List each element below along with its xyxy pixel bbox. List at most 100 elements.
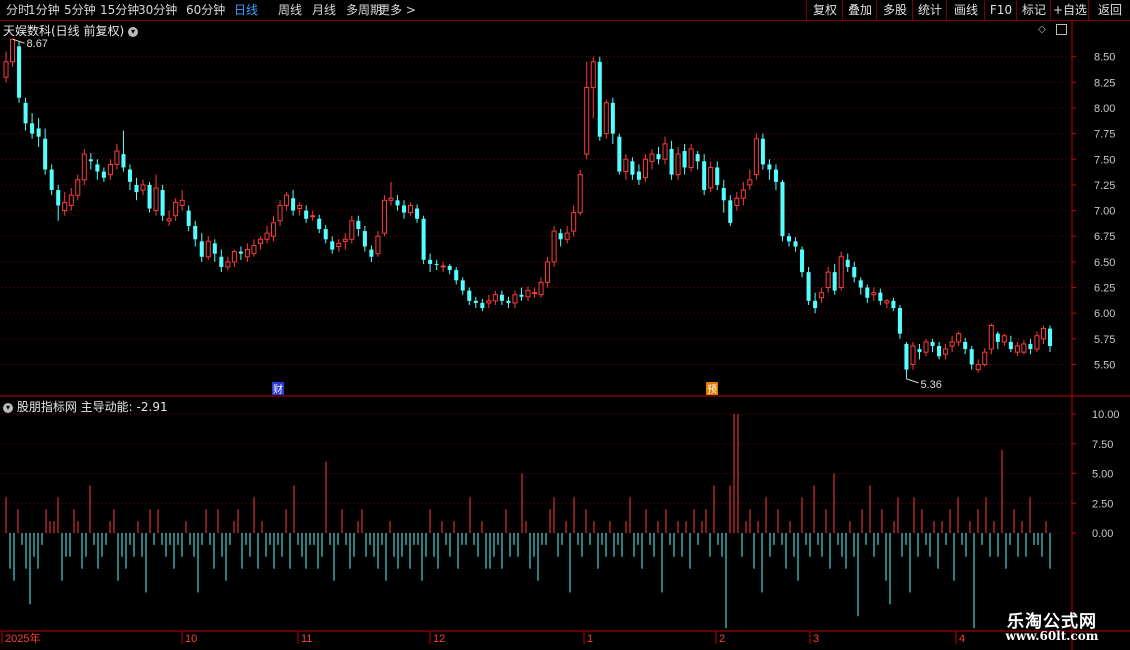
candle-body-up	[884, 300, 890, 304]
candle-body-down	[845, 259, 850, 267]
candle-body-down	[428, 259, 433, 264]
kline-chart[interactable]: 8.50 8.25 8.00 7.75 7.50 7.25 7.00 6.75 6.50 6.25…	[0, 21, 1130, 650]
toolbar-button-8[interactable]: 返回	[1088, 0, 1130, 20]
candle-body-down	[480, 302, 485, 309]
indicator-tick-label: 0.00	[1092, 528, 1113, 540]
candle-body-down	[499, 294, 504, 301]
candle-body-up	[62, 201, 68, 212]
candle-body-down	[330, 241, 335, 250]
price-tick-label: 8.00	[1094, 103, 1115, 115]
low-label: 5.36	[920, 379, 941, 391]
candle-body-down	[702, 161, 707, 191]
candle-body-up	[173, 201, 179, 217]
candle-body-down	[415, 208, 420, 219]
diamond-icon[interactable]: ◇	[1038, 24, 1046, 35]
toolbar-button-6[interactable]: 标记	[1016, 0, 1051, 20]
price-tick-label: 6.75	[1094, 231, 1115, 243]
toolbar-button-2[interactable]: 多股	[876, 0, 913, 20]
candle-body-up	[179, 199, 185, 206]
candle-body-up	[688, 148, 694, 168]
candle-body-down	[800, 249, 805, 273]
title-dropdown-icon[interactable]: ▾	[128, 26, 139, 37]
period-tab-4[interactable]: 30分钟	[138, 1, 177, 19]
candle-body-down	[473, 300, 478, 303]
candle-body-down	[760, 138, 765, 165]
candle-body-up	[1034, 335, 1040, 350]
candle-body-down	[995, 333, 1000, 342]
candle-body-up	[838, 256, 844, 289]
candle-body-up	[532, 292, 538, 295]
indicator-tick-label: 10.00	[1092, 409, 1120, 421]
candle-body-down	[212, 243, 217, 254]
period-tab-6[interactable]: 日线	[234, 1, 258, 19]
candle-body-down	[852, 267, 857, 278]
candle-body-down	[147, 184, 152, 209]
toolbar-button-4[interactable]: 画线	[946, 0, 985, 20]
price-tick-label: 7.00	[1094, 206, 1115, 218]
candle-body-up	[153, 187, 159, 212]
candle-body-up	[166, 218, 172, 222]
candle-body-up	[408, 204, 414, 214]
candle-body-down	[715, 167, 720, 185]
candle-body-up	[264, 232, 270, 240]
candle-body-up	[975, 363, 981, 371]
period-tab-1[interactable]: 1分钟	[28, 1, 60, 19]
candle-body-down	[101, 171, 106, 178]
toolbar-button-7[interactable]: +自选	[1050, 0, 1089, 20]
candle-body-down	[793, 241, 798, 247]
candle-body-down	[121, 154, 126, 168]
candle-body-up	[440, 265, 446, 268]
maximize-icon[interactable]	[1056, 24, 1067, 35]
period-tab-8[interactable]: 月线	[312, 1, 336, 19]
candle-body-down	[930, 341, 935, 347]
candle-body-down	[858, 280, 863, 288]
candle-body-down	[199, 241, 204, 257]
date-label: 4	[959, 633, 965, 645]
candle-body-up	[747, 179, 753, 186]
candle-body-up	[114, 150, 120, 165]
candle-body-up	[310, 215, 316, 218]
period-tab-3[interactable]: 15分钟	[100, 1, 139, 19]
toolbar-button-5[interactable]: F10	[984, 0, 1017, 20]
candle-body-up	[571, 212, 577, 232]
indicator-dropdown-icon[interactable]: ▾	[3, 402, 13, 413]
candle-body-down	[636, 171, 641, 180]
low-pointer	[906, 378, 919, 384]
period-tab-0[interactable]: 分时	[6, 1, 30, 19]
toolbar-button-0[interactable]: 复权	[806, 0, 843, 20]
candle-body-up	[819, 292, 825, 299]
candle-body-down	[519, 294, 524, 297]
candle-body-down	[695, 154, 700, 162]
candle-body-down	[806, 272, 811, 301]
candle-body-down	[36, 128, 41, 137]
candle-body-down	[630, 161, 635, 175]
candle-body-down	[43, 138, 48, 170]
candle-body-up	[1014, 345, 1020, 353]
period-tab-10[interactable]: 更多 >	[378, 1, 416, 19]
candle-body-down	[897, 308, 902, 334]
candle-body-up	[577, 174, 583, 214]
period-tab-2[interactable]: 5分钟	[64, 1, 96, 19]
candle-body-down	[721, 187, 726, 201]
candle-body-up	[381, 199, 387, 234]
candle-body-down	[969, 349, 974, 365]
candle-body-up	[512, 294, 518, 304]
toolbar-button-1[interactable]: 叠加	[842, 0, 877, 20]
candle-body-down	[454, 270, 459, 281]
candle-body-down	[813, 300, 818, 309]
candle-body-up	[642, 158, 648, 179]
stock-title-text: 天娱数科(日线 前复权)	[3, 24, 125, 38]
candle-body-up	[988, 324, 994, 350]
candle-body-down	[160, 190, 165, 216]
period-tab-7[interactable]: 周线	[278, 1, 302, 19]
candle-body-up	[140, 184, 146, 191]
date-label: 1	[587, 633, 593, 645]
candle-body-up	[982, 351, 988, 365]
candle-body-down	[402, 205, 407, 213]
toolbar-button-3[interactable]: 统计	[912, 0, 947, 20]
period-tab-9[interactable]: 多周期	[346, 1, 382, 19]
date-label: 12	[433, 633, 445, 645]
candle-body-down	[186, 210, 191, 226]
candle-body-up	[564, 232, 570, 240]
period-tab-5[interactable]: 60分钟	[186, 1, 225, 19]
